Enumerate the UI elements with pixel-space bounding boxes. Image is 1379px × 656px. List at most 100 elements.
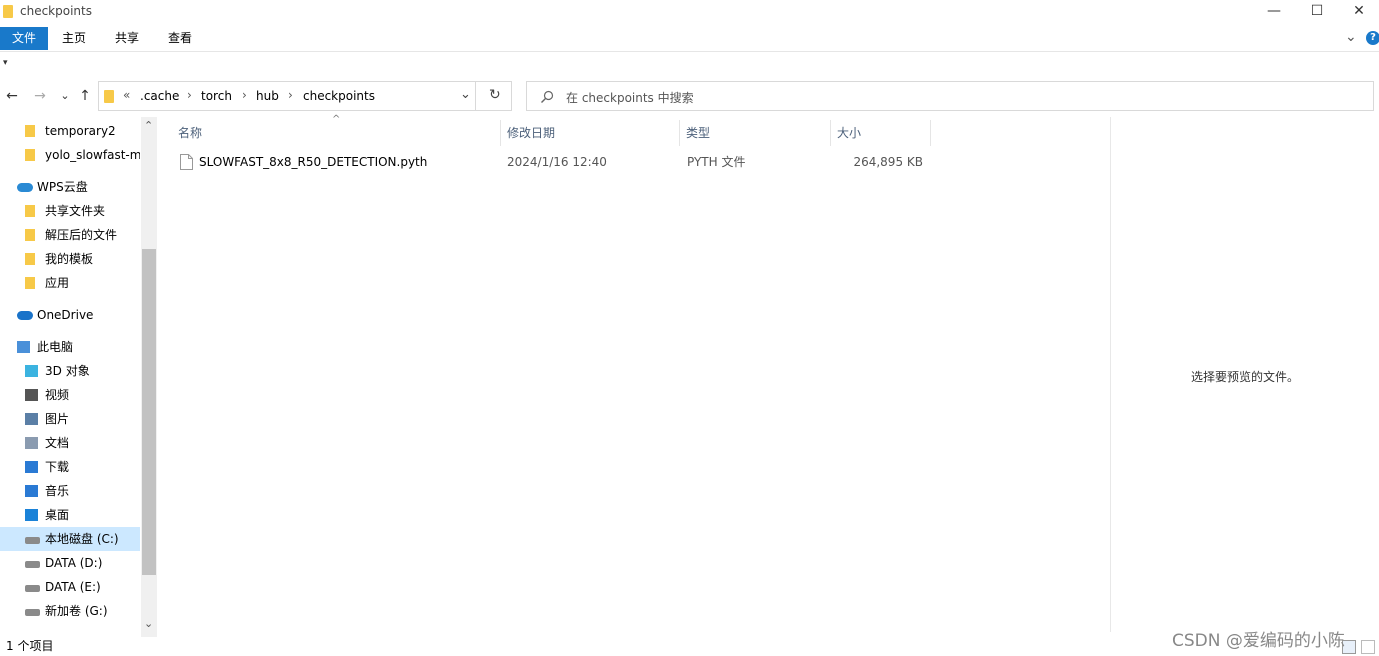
sidebar-item-label: 图片 [45, 412, 70, 426]
sidebar-item-label: WPS云盘 [37, 180, 88, 194]
file-modified: 2024/1/16 12:40 [507, 155, 607, 169]
column-divider[interactable] [930, 120, 931, 146]
sidebar-item-label: DATA (D:) [45, 556, 103, 570]
breadcrumb-overflow[interactable]: « [123, 88, 130, 102]
sidebar-item[interactable]: 3D 对象 [0, 359, 140, 383]
breadcrumb-separator[interactable]: › [187, 88, 192, 102]
sidebar-item[interactable]: 图片 [0, 407, 140, 431]
large-icons-view-icon[interactable] [1361, 640, 1375, 654]
search-input[interactable]: 在 checkpoints 中搜索 [566, 89, 694, 106]
sidebar-item-label: OneDrive [37, 308, 94, 322]
address-folder-icon [104, 90, 114, 103]
sidebar-item[interactable]: DATA (D:) [0, 551, 140, 575]
window-title: checkpoints [20, 4, 92, 18]
column-size[interactable]: 大小 [829, 120, 929, 146]
sidebar-item[interactable]: temporary2 [0, 119, 140, 143]
forward-button[interactable]: → [30, 86, 50, 106]
sidebar-item[interactable]: OneDrive [0, 303, 140, 327]
desktop-icon [25, 509, 38, 521]
recent-locations-button[interactable]: ⌄ [55, 86, 75, 106]
sidebar-item[interactable]: 此电脑 [0, 335, 140, 359]
drive-icon [25, 585, 40, 592]
folder-icon [25, 253, 35, 265]
music-icon [25, 485, 38, 497]
sidebar-item[interactable]: 共享文件夹 [0, 199, 140, 223]
sidebar-item[interactable]: WPS云盘 [0, 175, 140, 199]
sidebar-item[interactable]: 应用 [0, 271, 140, 295]
help-icon[interactable]: ? [1366, 31, 1379, 45]
breadcrumb-hub[interactable]: hub [256, 89, 279, 103]
sidebar-item[interactable]: 视频 [0, 383, 140, 407]
drive-icon [25, 609, 40, 616]
minimize-button[interactable]: — [1251, 0, 1297, 24]
tab-home[interactable]: 主页 [52, 27, 96, 50]
sidebar-item-label: 音乐 [45, 484, 70, 498]
sidebar-item[interactable]: DATA (E:) [0, 575, 140, 599]
search-box[interactable]: 在 checkpoints 中搜索 [526, 81, 1374, 111]
sidebar-item-label: 解压后的文件 [45, 228, 118, 242]
breadcrumb-separator[interactable]: › [242, 88, 247, 102]
column-type[interactable]: 类型 [678, 120, 830, 146]
cloud-icon [17, 183, 33, 192]
sidebar-item[interactable]: 解压后的文件 [0, 223, 140, 247]
column-header: ^ 名称 修改日期 类型 大小 [170, 114, 932, 146]
sidebar-item[interactable]: 新加卷 (G:) [0, 599, 140, 623]
folder-icon [25, 149, 35, 161]
breadcrumb-cache[interactable]: .cache [140, 89, 179, 103]
sidebar-item[interactable]: 桌面 [0, 503, 140, 527]
app-folder-icon [25, 277, 35, 289]
item-count: 1 个项目 [6, 639, 54, 653]
column-modified[interactable]: 修改日期 [499, 120, 679, 146]
search-icon [541, 90, 554, 103]
tab-view[interactable]: 查看 [158, 27, 202, 50]
scrollbar-thumb[interactable] [142, 249, 156, 575]
sidebar-scrollbar[interactable]: ⌃ ⌄ [141, 117, 157, 637]
scroll-down-button[interactable]: ⌄ [144, 617, 153, 630]
address-dropdown-icon[interactable]: ⌄ [460, 87, 471, 102]
sidebar-item-label: 下载 [45, 460, 70, 474]
sidebar-item-label: 共享文件夹 [45, 204, 106, 218]
file-icon [180, 154, 193, 170]
sidebar-item[interactable]: yolo_slowfast-ma [0, 143, 140, 167]
download-icon [25, 461, 38, 473]
column-name[interactable]: 名称 [170, 120, 500, 146]
sidebar-item[interactable]: 文档 [0, 431, 140, 455]
3d-objects-icon [25, 365, 38, 377]
folder-icon [3, 5, 13, 18]
windows-drive-icon [25, 537, 40, 544]
file-row[interactable]: SLOWFAST_8x8_R50_DETECTION.pyth 2024/1/1… [170, 150, 932, 174]
breadcrumb-checkpoints[interactable]: checkpoints [303, 89, 375, 103]
close-button[interactable]: ✕ [1336, 0, 1379, 24]
sidebar-item-label: 本地磁盘 (C:) [45, 532, 119, 546]
scroll-up-button[interactable]: ⌃ [144, 119, 153, 132]
tab-share[interactable]: 共享 [105, 27, 149, 50]
computer-icon [17, 341, 30, 353]
maximize-button[interactable]: ☐ [1294, 0, 1340, 24]
sidebar-item[interactable]: 本地磁盘 (C:) [0, 527, 140, 551]
sidebar-item-label: 3D 对象 [45, 364, 90, 378]
ribbon-tabs: 文件 主页 共享 查看 ⌄ ? [0, 27, 1379, 52]
tab-file[interactable]: 文件 [0, 27, 48, 50]
sidebar-item-label: 我的模板 [45, 252, 94, 266]
sidebar-item-label: 此电脑 [37, 340, 74, 354]
folder-icon [25, 229, 35, 241]
breadcrumb-torch[interactable]: torch [201, 89, 232, 103]
breadcrumb-separator[interactable]: › [288, 88, 293, 102]
back-button[interactable]: ← [2, 86, 22, 106]
quick-access-dropdown[interactable]: ▾ [3, 58, 8, 68]
sidebar-item-label: 文档 [45, 436, 70, 450]
title-bar: checkpoints — ☐ ✕ [0, 0, 1379, 24]
sidebar-item-label: 新加卷 (G:) [45, 604, 108, 618]
shared-folder-icon [25, 205, 35, 217]
up-button[interactable]: ↑ [75, 86, 95, 106]
sidebar-item[interactable]: 下载 [0, 455, 140, 479]
sidebar-item[interactable]: 我的模板 [0, 247, 140, 271]
address-bar[interactable]: « .cache › torch › hub › checkpoints ⌄ ↻ [98, 81, 512, 111]
video-icon [25, 389, 38, 401]
sidebar-item[interactable]: 音乐 [0, 479, 140, 503]
navigation-pane: temporary2 yolo_slowfast-ma WPS云盘共享文件夹解压后的… [0, 117, 158, 637]
ribbon-expand-icon[interactable]: ⌄ [1345, 29, 1357, 45]
file-type: PYTH 文件 [687, 155, 746, 169]
file-name[interactable]: SLOWFAST_8x8_R50_DETECTION.pyth [199, 150, 427, 174]
refresh-icon[interactable]: ↻ [489, 87, 501, 103]
